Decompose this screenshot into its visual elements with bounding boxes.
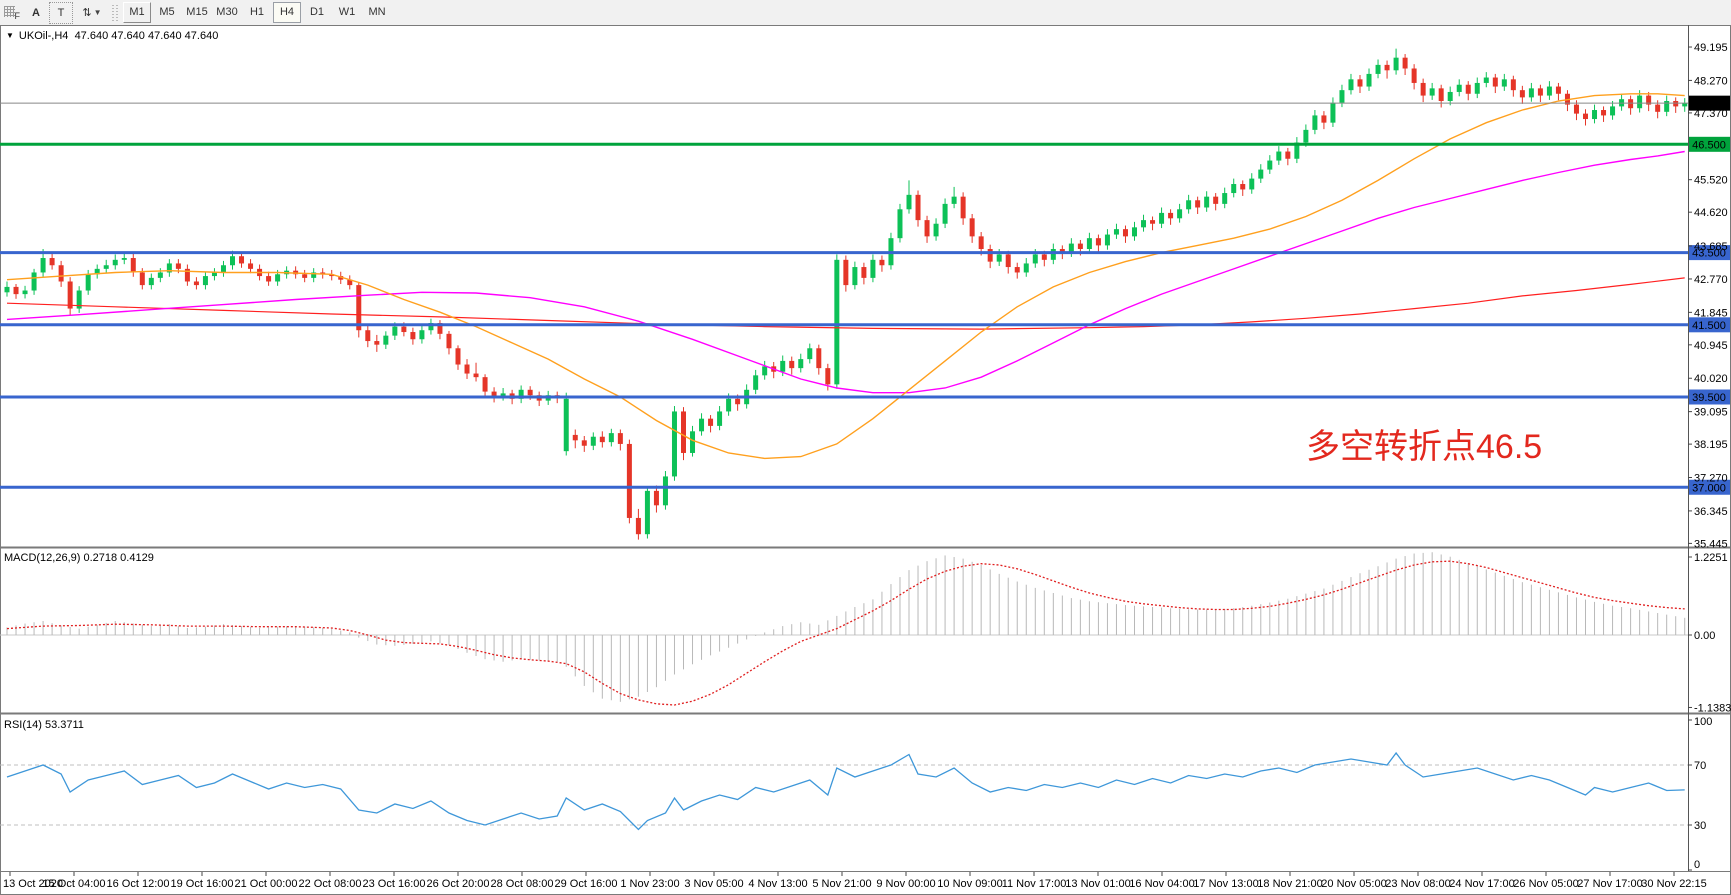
svg-text:42.770: 42.770 [1694, 274, 1728, 286]
svg-text:41.500: 41.500 [1692, 320, 1726, 332]
svg-text:30 Nov 22:15: 30 Nov 22:15 [1641, 878, 1706, 890]
svg-text:100: 100 [1694, 716, 1712, 728]
svg-text:26 Oct 20:00: 26 Oct 20:00 [427, 878, 490, 890]
dots-grid-icon: F [4, 5, 20, 21]
svg-text:28 Oct 08:00: 28 Oct 08:00 [491, 878, 554, 890]
svg-text:29 Oct 16:00: 29 Oct 16:00 [555, 878, 618, 890]
timeframe-toolbar: M1M5M15M30H1H4D1W1MN [122, 2, 392, 23]
timeframe-button-m30[interactable]: M30 [213, 2, 241, 23]
timeframe-button-m1[interactable]: M1 [123, 2, 151, 23]
timeframe-button-h1[interactable]: H1 [243, 2, 271, 23]
a-label: A [32, 7, 40, 19]
timeframe-button-w1[interactable]: W1 [333, 2, 361, 23]
price-axis[interactable]: 49.195 48.270 47.370 45.520 44.620 43.685 42.7… [1688, 42, 1728, 550]
rsi-pane: 100 70 30 0 [0, 716, 1712, 871]
timeframe-button-mn[interactable]: MN [363, 2, 391, 23]
svg-text:26 Nov 05:00: 26 Nov 05:00 [1513, 878, 1578, 890]
svg-text:4 Nov 13:00: 4 Nov 13:00 [748, 878, 807, 890]
svg-text:18 Nov 21:00: 18 Nov 21:00 [1257, 878, 1322, 890]
rsi-indicator-label: RSI(14) 53.3711 [4, 719, 84, 731]
svg-text:0: 0 [1694, 859, 1700, 871]
arrows-tool-button[interactable]: ⇅ ▼ [75, 3, 109, 23]
svg-text:45.520: 45.520 [1694, 175, 1728, 187]
svg-text:38.195: 38.195 [1694, 439, 1728, 451]
svg-text:41.845: 41.845 [1694, 307, 1728, 319]
svg-text:36.345: 36.345 [1694, 506, 1728, 518]
svg-text:0.00: 0.00 [1694, 630, 1715, 642]
timeframe-button-d1[interactable]: D1 [303, 2, 331, 23]
svg-text:47.370: 47.370 [1694, 108, 1728, 120]
svg-text:19 Oct 16:00: 19 Oct 16:00 [171, 878, 234, 890]
svg-text:40.020: 40.020 [1694, 373, 1728, 385]
text-box-button[interactable]: T [49, 2, 73, 24]
svg-text:49.195: 49.195 [1694, 42, 1728, 54]
macd-pane: 1.2251 0.00 -1.1383 [0, 552, 1731, 714]
chart-symbol: UKOil-,H4 [19, 30, 69, 42]
svg-text:23 Nov 08:00: 23 Nov 08:00 [1385, 878, 1450, 890]
chevron-down-icon: ▼ [94, 8, 102, 17]
svg-text:37.270: 37.270 [1694, 473, 1728, 485]
top-toolbar: F A T ⇅ ▼ M1M5M15M30H1H4D1W1MN [0, 0, 1731, 26]
svg-text:16 Nov 04:00: 16 Nov 04:00 [1129, 878, 1194, 890]
svg-text:24 Nov 17:00: 24 Nov 17:00 [1449, 878, 1514, 890]
svg-text:70: 70 [1694, 760, 1706, 772]
svg-text:10 Nov 09:00: 10 Nov 09:00 [937, 878, 1002, 890]
chart-title: ▼ UKOil-,H4 47.640 47.640 47.640 47.640 [6, 30, 218, 42]
svg-text:1 Nov 23:00: 1 Nov 23:00 [620, 878, 679, 890]
toolbar-grip-handle[interactable] [112, 5, 118, 21]
dots-grid [4, 6, 15, 17]
svg-text:11 Nov 17:00: 11 Nov 17:00 [1002, 878, 1067, 890]
macd-indicator-label: MACD(12,26,9) 0.2718 0.4129 [4, 552, 154, 564]
svg-text:17 Nov 13:00: 17 Nov 13:00 [1193, 878, 1258, 890]
svg-text:30: 30 [1694, 820, 1706, 832]
svg-text:15 Oct 04:00: 15 Oct 04:00 [43, 878, 106, 890]
svg-text:23 Oct 16:00: 23 Oct 16:00 [363, 878, 426, 890]
timeframe-button-m5[interactable]: M5 [153, 2, 181, 23]
svg-text:-1.1383: -1.1383 [1694, 702, 1731, 714]
svg-text:13 Nov 01:00: 13 Nov 01:00 [1065, 878, 1130, 890]
svg-text:22 Oct 08:00: 22 Oct 08:00 [299, 878, 362, 890]
svg-text:1.2251: 1.2251 [1694, 552, 1728, 564]
f-label: F [15, 11, 21, 21]
svg-text:44.620: 44.620 [1694, 207, 1728, 219]
svg-text:27 Nov 17:00: 27 Nov 17:00 [1577, 878, 1642, 890]
chart-ohlc: 47.640 47.640 47.640 47.640 [75, 30, 219, 42]
arrows-icon: ⇅ [82, 6, 91, 19]
svg-text:35.445: 35.445 [1694, 538, 1728, 550]
dropdown-arrow-icon[interactable]: ▼ [6, 31, 14, 40]
indicator-grid-button[interactable]: F [1, 3, 23, 23]
svg-text:43.685: 43.685 [1694, 241, 1728, 253]
timeframe-button-m15[interactable]: M15 [183, 2, 211, 23]
chart-annotation-text: 多空转折点46.5 [1306, 419, 1542, 468]
svg-text:20 Nov 05:00: 20 Nov 05:00 [1321, 878, 1386, 890]
svg-text:5 Nov 21:00: 5 Nov 21:00 [812, 878, 871, 890]
svg-text:46.500: 46.500 [1692, 139, 1726, 151]
svg-text:21 Oct 00:00: 21 Oct 00:00 [235, 878, 298, 890]
svg-text:3 Nov 05:00: 3 Nov 05:00 [684, 878, 743, 890]
svg-text:48.270: 48.270 [1694, 75, 1728, 87]
t-label: T [58, 7, 65, 19]
text-annotation-button[interactable]: A [25, 3, 47, 23]
svg-text:9 Nov 00:00: 9 Nov 00:00 [876, 878, 935, 890]
svg-text:16 Oct 12:00: 16 Oct 12:00 [107, 878, 170, 890]
time-axis[interactable]: 13 Oct 202015 Oct 04:0016 Oct 12:0019 Oc… [3, 872, 1707, 890]
svg-text:39.095: 39.095 [1694, 407, 1728, 419]
svg-text:40.945: 40.945 [1694, 340, 1728, 352]
svg-text:39.500: 39.500 [1692, 392, 1726, 404]
chart-window: 46.50043.50041.50039.50037.00047.64049.1… [0, 25, 1731, 895]
timeframe-button-h4[interactable]: H4 [273, 2, 301, 23]
